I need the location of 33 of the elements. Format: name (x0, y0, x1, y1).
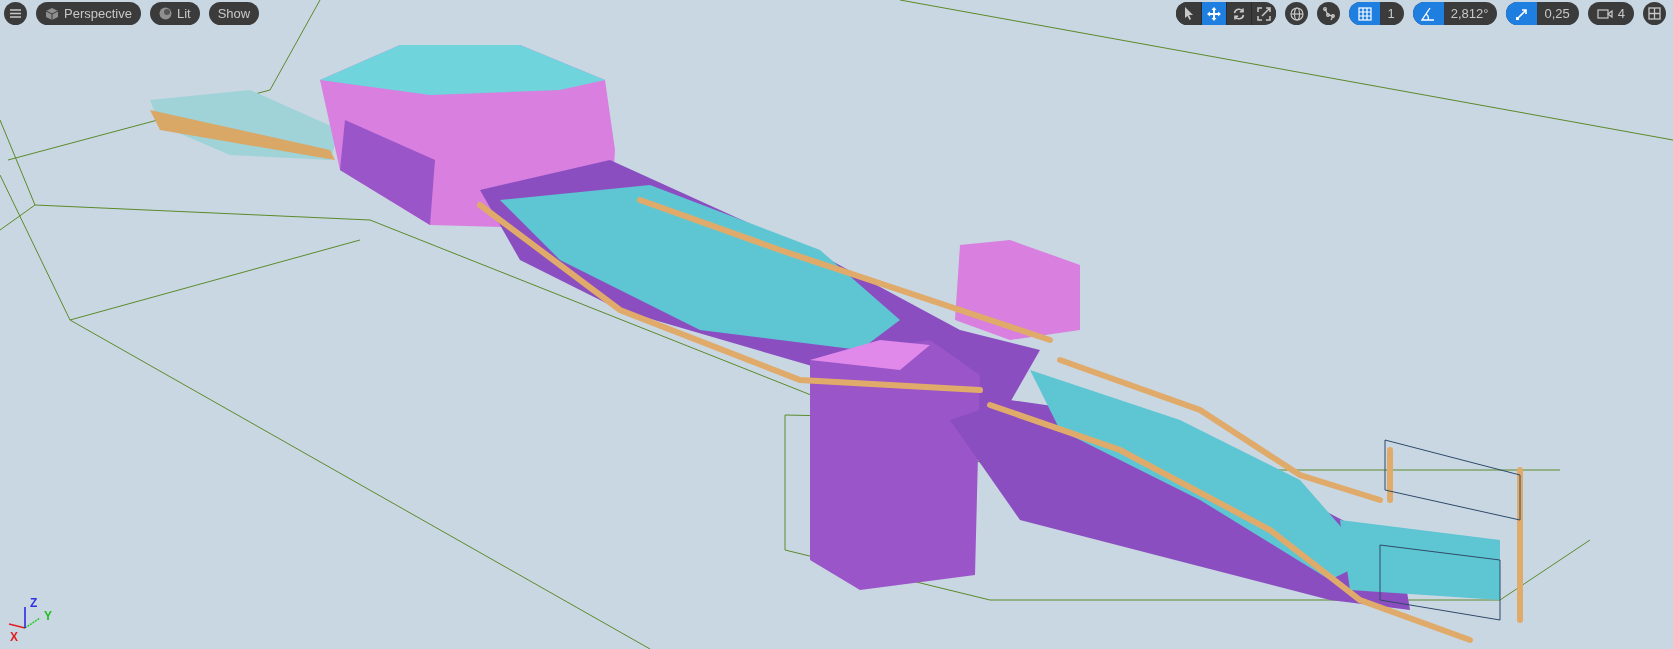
menu-icon (10, 9, 21, 18)
camera-speed-button[interactable]: 4 (1587, 2, 1634, 25)
snap-toggle-button[interactable] (1412, 2, 1444, 25)
globe-icon (1290, 6, 1304, 21)
surface-snapping-button[interactable] (1317, 2, 1341, 25)
cursor-arrow-icon (1184, 7, 1194, 20)
transform-tool-button[interactable] (1201, 2, 1227, 25)
axis-label: Z (30, 596, 38, 610)
show-button[interactable]: Show (208, 2, 260, 25)
cube-icon (45, 6, 59, 21)
snap-toggle-button[interactable] (1506, 2, 1538, 25)
view-mode-button[interactable]: Perspective (36, 2, 141, 25)
move-arrows-icon (1207, 6, 1222, 21)
layout-button[interactable] (1643, 2, 1666, 25)
transform-tool-button[interactable] (1251, 2, 1277, 25)
scale-arrow-icon (1514, 6, 1529, 21)
snap-value[interactable]: 2,812° (1443, 2, 1498, 25)
nodes-icon (1322, 6, 1336, 21)
video-camera-icon (1596, 7, 1613, 20)
axis-label: X (10, 630, 18, 644)
coordinate-space-button[interactable] (1285, 2, 1309, 25)
axis-label: Y (44, 609, 52, 623)
sphere-icon (158, 7, 172, 20)
scale-icon (1257, 6, 1272, 21)
snap-toggle-button[interactable] (1349, 2, 1381, 25)
lighting-mode-button[interactable]: Lit (149, 2, 200, 25)
grid-icon (1358, 6, 1372, 21)
rotate-icon (1232, 6, 1247, 21)
menu-button[interactable] (4, 2, 27, 25)
snap-value[interactable]: 0,25 (1537, 2, 1579, 25)
layout-grid-icon (1648, 7, 1661, 20)
angle-icon (1421, 6, 1436, 21)
snap-value[interactable]: 1 (1380, 2, 1404, 25)
